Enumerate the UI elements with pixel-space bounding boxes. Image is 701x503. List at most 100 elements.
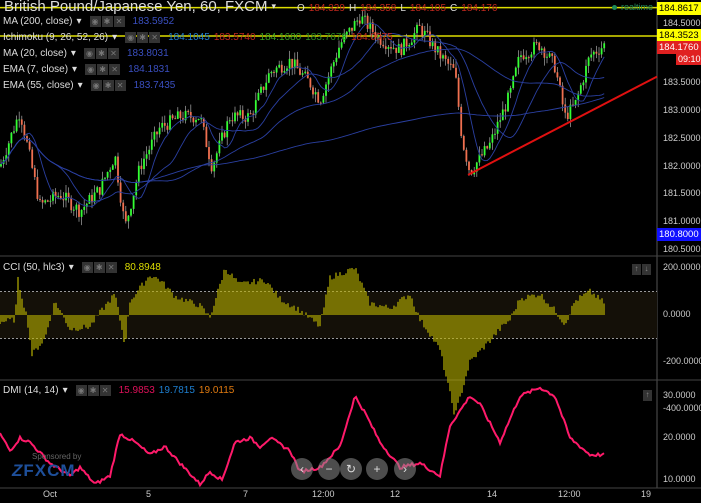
candle-body [135, 182, 138, 196]
eye-icon[interactable]: ◉ [75, 385, 87, 396]
eye-icon[interactable]: ◉ [83, 48, 95, 59]
candle-body [452, 64, 455, 68]
candle-body [314, 92, 317, 95]
indicator-controls: ◉ ✱ ✕ [125, 32, 161, 43]
indicator-name[interactable]: Ichimoku (9, 26, 52, 26) [3, 32, 108, 43]
chevron-down-icon[interactable]: ▾ [112, 32, 117, 43]
gear-icon[interactable]: ✱ [101, 16, 113, 27]
candle-body [114, 156, 117, 166]
candle-body [36, 177, 39, 199]
close-icon[interactable]: ✕ [99, 385, 111, 396]
candle-body [117, 156, 119, 183]
low-price-tag: 180.8000 [657, 228, 701, 241]
indicator-legend: Ichimoku (9, 26, 52, 26) ▾ ◉ ✱ ✕ 184.1045 183.… [3, 32, 393, 43]
indicator-value: 183.7435 [133, 80, 176, 91]
reset-button[interactable]: ↻ [340, 458, 362, 480]
eye-icon[interactable]: ◉ [81, 262, 93, 273]
fxcm-brand: FXCM [23, 461, 76, 480]
candle-body [405, 38, 408, 47]
candle-body [288, 58, 291, 69]
candle-body [241, 110, 244, 119]
close-icon[interactable]: ✕ [113, 16, 125, 27]
cci-name[interactable]: CCI (50, hlc3) [3, 262, 65, 273]
zoom-in-button[interactable]: + [366, 458, 388, 480]
candle-body [395, 47, 398, 53]
candle-body [483, 146, 486, 156]
close-icon[interactable]: ✕ [107, 48, 119, 59]
candle-body [106, 171, 109, 178]
candle-body [556, 72, 559, 78]
eye-icon[interactable]: ◉ [125, 32, 137, 43]
candle-body [507, 92, 509, 112]
gear-icon[interactable]: ✱ [97, 64, 109, 75]
gear-icon[interactable]: ✱ [93, 262, 105, 273]
candle-body [75, 204, 78, 210]
candle-body [140, 165, 143, 170]
price-axis-label: 181.5000 [663, 188, 701, 199]
indicator-value: 183.5952 [132, 16, 175, 27]
chevron-down-icon[interactable]: ▾ [72, 64, 77, 75]
zoom-out-button[interactable]: − [318, 458, 340, 480]
scroll-left-button[interactable]: ‹ [291, 458, 313, 480]
candle-body [364, 15, 366, 17]
candle-body [10, 132, 13, 144]
ma-200-line [0, 97, 605, 183]
candle-body [426, 30, 429, 32]
indicator-legend: MA (200, close) ▾ ◉ ✱ ✕ 183.5952 [3, 16, 174, 27]
price-axis-label: 181.0000 [663, 216, 701, 226]
move-up-icon[interactable]: ↑ [632, 264, 641, 275]
candle-body [148, 149, 151, 155]
move-down-icon[interactable]: ↓ [642, 264, 651, 275]
gear-icon[interactable]: ✱ [102, 80, 114, 91]
close-icon[interactable]: ✕ [114, 80, 126, 91]
dmi-name[interactable]: DMI (14, 14) [3, 385, 59, 396]
candle-body [595, 51, 598, 54]
indicator-value: 184.1831 [128, 64, 170, 75]
eye-icon[interactable]: ◉ [89, 16, 101, 27]
eye-icon[interactable]: ◉ [85, 64, 97, 75]
eye-icon[interactable]: ◉ [90, 80, 102, 91]
close-icon[interactable]: ✕ [109, 64, 121, 75]
gear-icon[interactable]: ✱ [95, 48, 107, 59]
low-value: 184.105 [409, 3, 447, 14]
gear-icon[interactable]: ✱ [87, 385, 99, 396]
indicator-name[interactable]: MA (200, close) [3, 16, 72, 27]
candle-body [400, 44, 403, 56]
gear-icon[interactable]: ✱ [137, 32, 149, 43]
candle-body [39, 198, 41, 201]
chevron-down-icon[interactable]: ▾ [76, 16, 81, 27]
candle-body [0, 163, 2, 167]
sponsor-logo: Sponsored by ZFXCM [12, 452, 81, 481]
candle-body [413, 33, 416, 43]
indicator-value: 183.7678 [305, 32, 347, 43]
candle-body [574, 99, 577, 106]
candle-body [174, 118, 177, 120]
cci-axis-label: 200.0000 [663, 262, 701, 272]
indicator-controls: ◉ ✱ ✕ [83, 48, 119, 59]
indicator-name[interactable]: EMA (55, close) [3, 80, 74, 91]
chart-canvas[interactable] [0, 0, 701, 503]
candle-body [351, 27, 353, 31]
chevron-down-icon[interactable]: ▾ [78, 80, 83, 91]
indicator-name[interactable]: MA (20, close) [3, 48, 67, 59]
close-icon[interactable]: ✕ [149, 32, 161, 43]
indicator-value: 184.0975 [350, 32, 393, 43]
candle-body [403, 38, 405, 56]
chevron-down-icon[interactable]: ▾ [71, 48, 76, 59]
candle-body [299, 68, 301, 75]
dmi-axis-label: 30.0000 [663, 390, 696, 400]
candle-body [317, 92, 320, 103]
candle-body [335, 57, 338, 63]
close-icon[interactable]: ✕ [105, 262, 117, 273]
scroll-right-button[interactable]: › [394, 458, 416, 480]
candle-body [566, 112, 569, 120]
indicator-name[interactable]: EMA (7, close) [3, 64, 68, 75]
candle-body [382, 44, 385, 47]
candle-body [145, 154, 148, 159]
move-up-icon[interactable]: ↑ [643, 390, 652, 401]
candle-body [512, 76, 515, 89]
chart-title[interactable]: British Pound/Japanese Yen, 60, FXCM ▾ [4, 0, 276, 15]
indicator-value: 183.5740 [213, 32, 256, 43]
candle-body [460, 106, 463, 137]
chart-title-text: British Pound/Japanese Yen, 60, FXCM [4, 0, 268, 15]
